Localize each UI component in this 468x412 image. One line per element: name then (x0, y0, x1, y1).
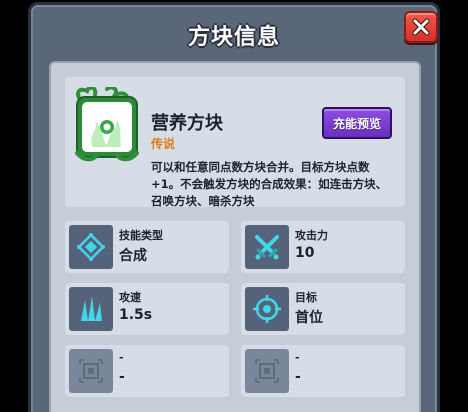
stat-value: 首位 (295, 310, 323, 326)
crossed-swords-icon (245, 225, 289, 269)
stat-label: 目标 (295, 291, 317, 304)
stat-value: 1.5s (119, 307, 153, 323)
stat-label: - (295, 351, 300, 364)
block-name: 营养方块 (151, 113, 223, 134)
green-leaf-block-icon (73, 85, 141, 163)
stat-label: 技能类型 (119, 229, 163, 242)
stat-value: 合成 (119, 248, 147, 264)
stat-value: - (295, 369, 301, 385)
block-info-panel: 方块信息 营养方块 传说 充能预览 可以和任意同点数方块合并。目标方块点数 +1… (28, 2, 440, 412)
panel-title: 方块信息 (187, 25, 280, 50)
info-body: 营养方块 传说 充能预览 可以和任意同点数方块合并。目标方块点数 +1。不会触发… (49, 61, 421, 412)
merge-diamond-icon (69, 225, 113, 269)
stat-card-attack: 攻击力 10 (241, 221, 405, 273)
block-rarity: 传说 (151, 137, 176, 151)
stat-value: - (119, 369, 125, 385)
charge-preview-button[interactable]: 充能预览 (322, 107, 392, 139)
stat-value: 10 (295, 245, 315, 261)
stat-card-empty: - - (65, 345, 229, 397)
stat-card-empty: - - (241, 345, 405, 397)
stat-card-attack-speed: 攻速 1.5s (65, 283, 229, 335)
target-crosshair-icon (245, 287, 289, 331)
close-icon (412, 18, 430, 36)
empty-slot-icon (245, 349, 289, 393)
description-line: +1。不会触发方块的合成效果：如连击方块、 (151, 177, 388, 191)
close-button[interactable] (404, 11, 438, 43)
stat-card-target: 目标 首位 (241, 283, 405, 335)
description-line: 召唤方块、暗杀方块 (151, 194, 255, 208)
block-header-card: 营养方块 传说 充能预览 可以和任意同点数方块合并。目标方块点数 +1。不会触发… (65, 77, 405, 210)
stat-label: 攻击力 (295, 229, 328, 242)
empty-slot-icon (69, 349, 113, 393)
description-line: 可以和任意同点数方块合并。目标方块点数 (151, 160, 370, 174)
stat-card-skill-type: 技能类型 合成 (65, 221, 229, 273)
stat-label: 攻速 (119, 291, 141, 304)
speed-spikes-icon (69, 287, 113, 331)
stat-label: - (119, 351, 124, 364)
block-description: 可以和任意同点数方块合并。目标方块点数 +1。不会触发方块的合成效果：如连击方块… (151, 159, 401, 210)
